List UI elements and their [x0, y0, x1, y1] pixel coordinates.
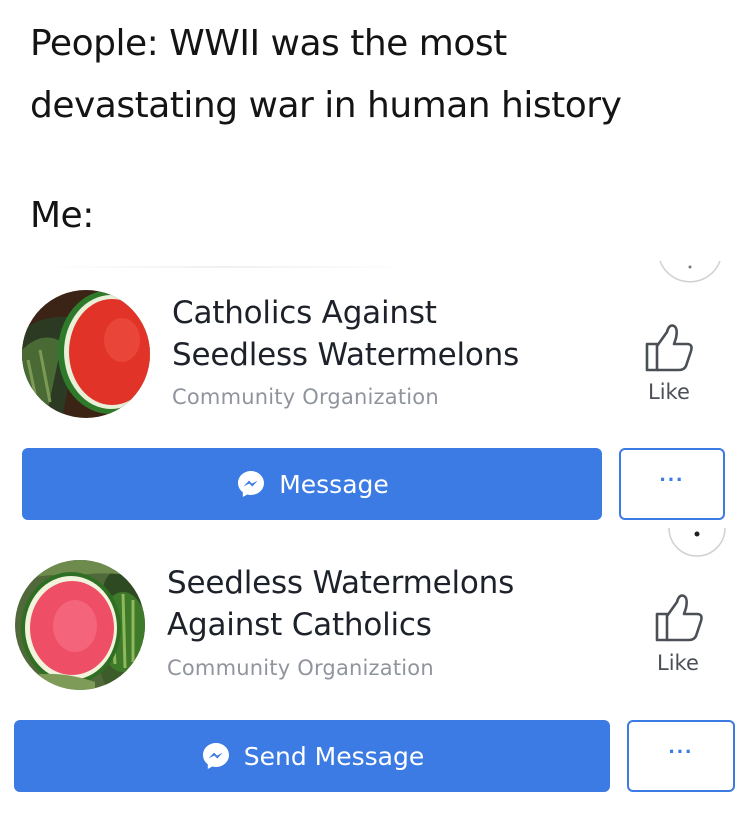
page-title-line-1: Seedless Watermelons	[167, 565, 515, 601]
message-button-label: Message	[279, 469, 389, 499]
message-button[interactable]: Message	[22, 448, 602, 520]
thumbs-up-icon[interactable]	[641, 320, 697, 376]
page-category: Community Organization	[167, 656, 434, 680]
partial-circle-icon	[659, 260, 721, 283]
avatar[interactable]	[22, 290, 150, 418]
more-options-button[interactable]: ···	[619, 448, 725, 520]
screenshot-edge	[40, 266, 410, 268]
thumbs-up-icon[interactable]	[651, 590, 707, 646]
watermelon-slice-photo	[22, 290, 150, 418]
seedless-watermelon-photo	[15, 560, 145, 690]
page-title[interactable]: Catholics Against Seedless Watermelons	[172, 292, 519, 376]
send-message-button-label: Send Message	[243, 741, 425, 771]
avatar[interactable]	[15, 560, 145, 690]
more-dots-icon: ···	[668, 739, 694, 764]
caption-line-1: People: WWII was the most	[30, 23, 507, 64]
partial-circle-icon	[668, 527, 726, 557]
more-dots-icon: ···	[659, 467, 685, 492]
more-options-button[interactable]: ···	[627, 720, 735, 792]
page-title-line-2: Against Catholics	[167, 607, 432, 643]
page-title-line-1: Catholics Against	[172, 295, 437, 331]
caption-line-2: devastating war in human history	[30, 85, 622, 126]
caption-line-3: Me:	[30, 195, 94, 236]
page-category: Community Organization	[172, 385, 439, 409]
messenger-icon	[202, 743, 229, 769]
like-label[interactable]: Like	[657, 651, 699, 675]
like-label[interactable]: Like	[648, 380, 690, 404]
page-title[interactable]: Seedless Watermelons Against Catholics	[167, 562, 514, 646]
send-message-button[interactable]: Send Message	[14, 720, 610, 792]
page-title-line-2: Seedless Watermelons	[172, 337, 520, 373]
messenger-icon	[238, 471, 265, 497]
